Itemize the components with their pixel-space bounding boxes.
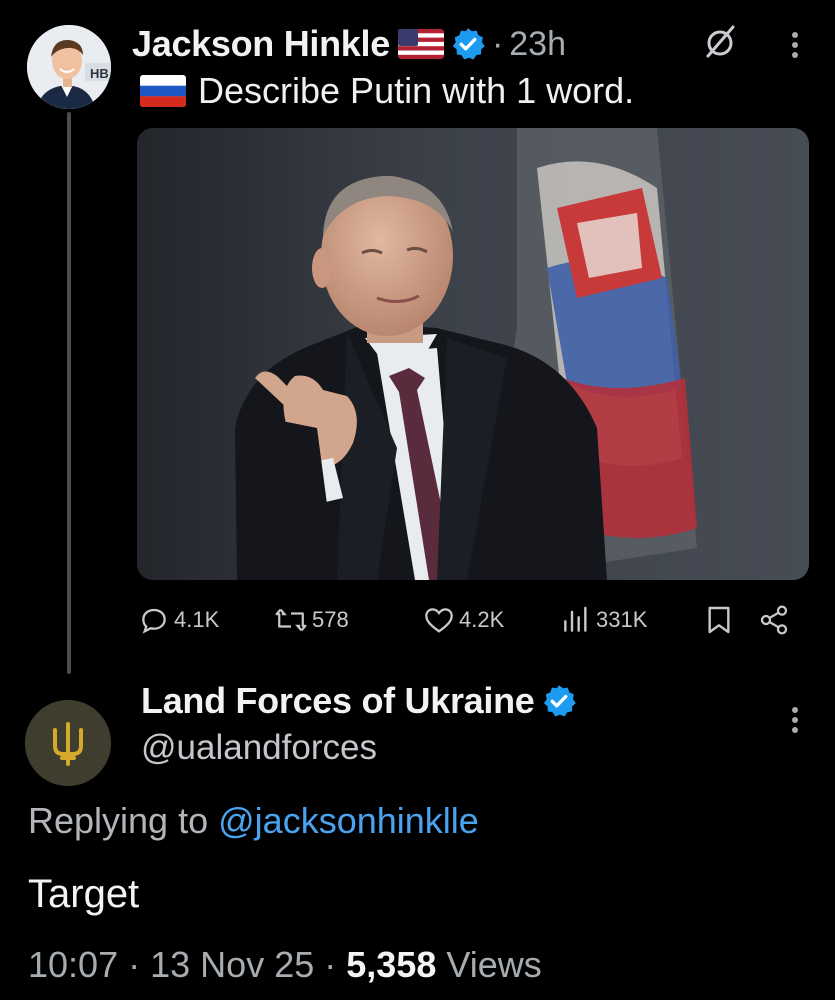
- replying-to: Replying to @jacksonhinklle: [28, 800, 479, 842]
- more-options-icon[interactable]: [780, 25, 810, 65]
- reply-icon: [142, 608, 166, 634]
- repost-icon: [275, 608, 307, 632]
- reply-body: Target: [28, 872, 140, 916]
- tweet-media-photo[interactable]: [137, 128, 809, 580]
- views-count: 331K: [596, 607, 648, 632]
- verified-badge-icon: [543, 685, 576, 717]
- reply-date[interactable]: 13 Nov 25: [150, 944, 314, 985]
- us-flag-icon: [397, 29, 444, 59]
- views-action[interactable]: 331K: [560, 598, 647, 642]
- replying-prefix: Replying to: [28, 800, 209, 841]
- avatar[interactable]: HB: [27, 25, 111, 109]
- replying-mention-link[interactable]: @jacksonhinklle: [218, 800, 479, 841]
- reply-time[interactable]: 10:07: [28, 944, 118, 985]
- like-action[interactable]: 4.2K: [423, 598, 504, 642]
- meta-separator: ·: [324, 944, 337, 985]
- tweet-body: Describe Putin with 1 word.: [198, 70, 635, 111]
- more-options-icon[interactable]: [780, 700, 810, 740]
- author-name[interactable]: Jackson Hinkle: [132, 23, 390, 65]
- like-icon: [425, 608, 453, 633]
- grok-icon[interactable]: [700, 22, 740, 62]
- bookmark-action[interactable]: [704, 598, 738, 642]
- share-icon: [760, 605, 788, 635]
- repost-count: 578: [312, 607, 349, 632]
- views-icon: [564, 606, 587, 632]
- header-separator: ·: [491, 24, 504, 63]
- reply-avatar[interactable]: [25, 700, 111, 786]
- reply-views-count: 5,358: [346, 944, 437, 985]
- reply-action[interactable]: 4.1K: [138, 598, 219, 642]
- timestamp[interactable]: 23h: [509, 25, 566, 64]
- repost-action[interactable]: 578: [274, 598, 349, 642]
- bookmark-icon: [708, 606, 730, 634]
- avatar-logo-text: HB: [90, 66, 109, 81]
- meta-separator: ·: [128, 944, 141, 985]
- tweet-actions-bar: 4.1K 578 4.2K 331K: [138, 598, 798, 642]
- reply-header: Land Forces of Ukraine: [141, 676, 577, 726]
- share-action[interactable]: [758, 598, 794, 642]
- thread-connector-line: [67, 112, 71, 674]
- tweet-header: Jackson Hinkle · 23h: [132, 22, 566, 66]
- trident-icon: [25, 700, 111, 786]
- tweet-text: Describe Putin with 1 word.: [140, 70, 634, 112]
- verified-badge-icon: [452, 28, 485, 60]
- like-count: 4.2K: [459, 607, 505, 632]
- reply-count: 4.1K: [174, 607, 220, 632]
- reply-handle[interactable]: @ualandforces: [141, 728, 377, 768]
- reply-author-name[interactable]: Land Forces of Ukraine: [141, 680, 535, 722]
- reply-views-label: Views: [446, 944, 542, 985]
- reply-metadata: 10:07 · 13 Nov 25 · 5,358 Views: [28, 944, 542, 986]
- russia-flag-icon: [140, 75, 186, 107]
